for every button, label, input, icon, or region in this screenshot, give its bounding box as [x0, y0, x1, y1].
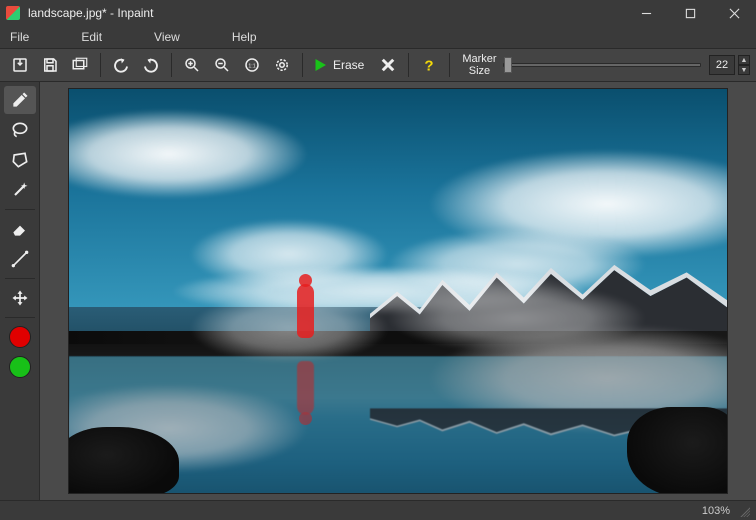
- zoom-in-icon: [183, 56, 201, 74]
- separator: [100, 53, 101, 77]
- separator: [302, 53, 303, 77]
- magic-wand-tool[interactable]: [4, 176, 36, 204]
- open-button[interactable]: [6, 51, 34, 79]
- photo-rocks-right: [627, 407, 728, 494]
- separator: [449, 53, 450, 77]
- marker-size-slider[interactable]: [503, 63, 701, 67]
- mask-selection-reflection: [295, 361, 317, 425]
- marker-size-down[interactable]: ▼: [738, 65, 750, 75]
- menu-view[interactable]: View: [148, 28, 186, 46]
- move-icon: [10, 288, 30, 308]
- close-button[interactable]: [712, 0, 756, 26]
- polygon-tool[interactable]: [4, 146, 36, 174]
- tool-sidebar: [0, 82, 40, 500]
- redo-icon: [142, 56, 160, 74]
- window-title: landscape.jpg* - Inpaint: [28, 6, 624, 20]
- zoom-fit-icon: [273, 56, 291, 74]
- stack-icon: [71, 56, 89, 74]
- window-controls: [624, 0, 756, 26]
- green-dot-icon: [9, 356, 31, 378]
- marker-size-control: [503, 63, 701, 67]
- menu-edit[interactable]: Edit: [75, 28, 108, 46]
- marker-size-spinner: ▲ ▼: [738, 55, 750, 75]
- content-area: [0, 82, 756, 500]
- svg-text:?: ?: [425, 57, 434, 74]
- top-toolbar: 1:1 Erase ? Marker Size 22 ▲ ▼: [0, 48, 756, 82]
- line-tool[interactable]: [4, 245, 36, 273]
- play-icon: [311, 56, 329, 74]
- resize-grip-icon[interactable]: [738, 505, 750, 517]
- mask-color-red[interactable]: [4, 323, 36, 351]
- erase-label: Erase: [333, 58, 364, 72]
- menu-help[interactable]: Help: [226, 28, 263, 46]
- eraser-tool[interactable]: [4, 215, 36, 243]
- separator: [408, 53, 409, 77]
- marker-size-up[interactable]: ▲: [738, 55, 750, 65]
- menu-bar: File Edit View Help: [0, 26, 756, 48]
- magic-wand-icon: [10, 180, 30, 200]
- svg-text:1:1: 1:1: [248, 63, 255, 69]
- zoom-out-icon: [213, 56, 231, 74]
- lasso-icon: [10, 120, 30, 140]
- zoom-fit-button[interactable]: [268, 51, 296, 79]
- minimize-button[interactable]: [624, 0, 668, 26]
- title-bar: landscape.jpg* - Inpaint: [0, 0, 756, 26]
- slider-thumb[interactable]: [504, 57, 512, 73]
- batch-button[interactable]: [66, 51, 94, 79]
- help-toolbar-button[interactable]: ?: [415, 51, 443, 79]
- separator: [5, 278, 35, 279]
- marker-tool[interactable]: [4, 86, 36, 114]
- zoom-actual-button[interactable]: 1:1: [238, 51, 266, 79]
- zoom-in-button[interactable]: [178, 51, 206, 79]
- move-tool[interactable]: [4, 284, 36, 312]
- separator: [5, 209, 35, 210]
- save-button[interactable]: [36, 51, 64, 79]
- save-icon: [41, 56, 59, 74]
- line-icon: [10, 249, 30, 269]
- mask-color-green[interactable]: [4, 353, 36, 381]
- image-canvas[interactable]: [68, 88, 728, 494]
- marker-icon: [10, 90, 30, 110]
- status-bar: 103%: [0, 500, 756, 520]
- cancel-erase-button[interactable]: [374, 51, 402, 79]
- question-icon: ?: [420, 56, 438, 74]
- lasso-tool[interactable]: [4, 116, 36, 144]
- erase-button[interactable]: Erase: [309, 51, 372, 79]
- open-icon: [11, 56, 29, 74]
- x-icon: [379, 56, 397, 74]
- polygon-icon: [10, 150, 30, 170]
- zoom-out-button[interactable]: [208, 51, 236, 79]
- undo-button[interactable]: [107, 51, 135, 79]
- marker-size-label: Marker Size: [462, 53, 496, 77]
- app-icon: [6, 6, 20, 20]
- marker-size-value[interactable]: 22: [709, 55, 735, 75]
- separator: [171, 53, 172, 77]
- separator: [5, 317, 35, 318]
- canvas-area: [40, 82, 756, 500]
- zoom-1to1-icon: 1:1: [243, 56, 261, 74]
- undo-icon: [112, 56, 130, 74]
- eraser-icon: [10, 219, 30, 239]
- photo-rocks-left: [68, 427, 179, 494]
- maximize-button[interactable]: [668, 0, 712, 26]
- red-dot-icon: [9, 326, 31, 348]
- redo-button[interactable]: [137, 51, 165, 79]
- zoom-level: 103%: [702, 505, 730, 517]
- mask-selection[interactable]: [295, 274, 317, 338]
- menu-file[interactable]: File: [4, 28, 35, 46]
